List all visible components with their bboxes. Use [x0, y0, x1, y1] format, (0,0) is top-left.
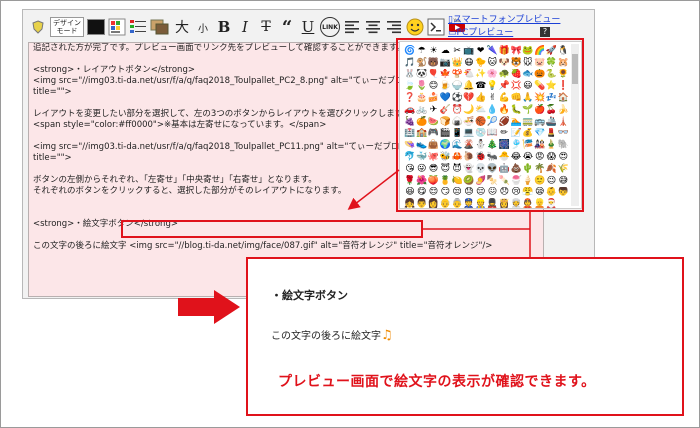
big-red-arrow-icon	[178, 290, 240, 324]
preview-heading: ・絵文字ボタン	[271, 289, 348, 302]
preview-note: プレビュー画面で絵文字の表示が確認できます。	[278, 374, 596, 390]
preview-panel: ・絵文字ボタン この文字の後ろに絵文字♫ プレビュー画面で絵文字の表示が確認でき…	[246, 257, 684, 416]
preview-body-text: この文字の後ろに絵文字	[271, 331, 381, 342]
preview-body: この文字の後ろに絵文字♫	[271, 327, 393, 343]
music-note-icon: ♫	[381, 328, 393, 343]
